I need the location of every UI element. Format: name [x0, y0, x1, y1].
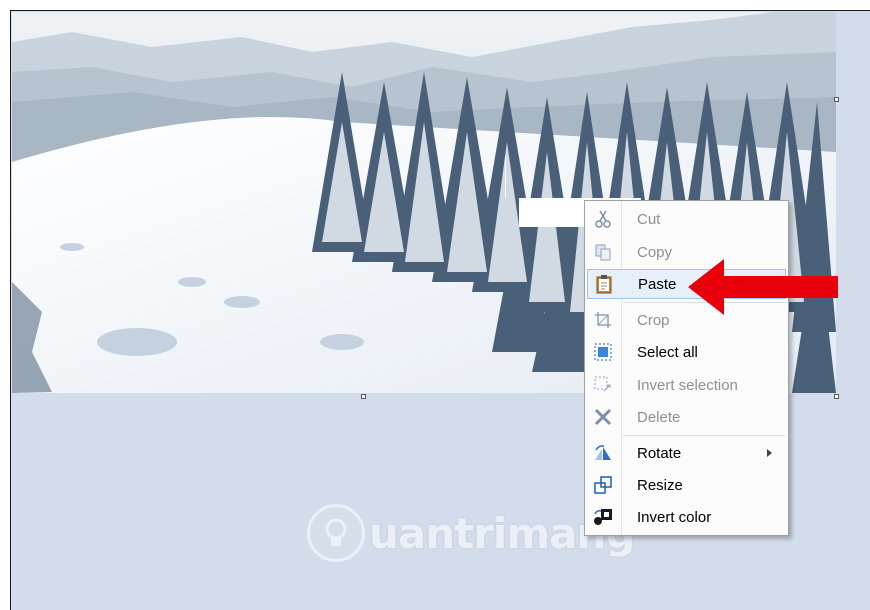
- menu-item-cut[interactable]: Cut: [587, 204, 786, 234]
- menu-item-select-all[interactable]: Select all: [587, 337, 786, 367]
- menu-item-label: Delete: [637, 408, 681, 426]
- scissors-icon: [587, 204, 619, 234]
- menu-item-invert-selection[interactable]: Invert selection: [587, 370, 786, 400]
- menu-item-label: Paste: [638, 275, 677, 293]
- menu-item-label: Invert selection: [637, 376, 738, 394]
- rotate-icon: [587, 438, 619, 468]
- menu-item-rotate[interactable]: Rotate: [587, 438, 786, 468]
- menu-item-label: Copy: [637, 243, 673, 261]
- resize-handle-right-middle[interactable]: [834, 97, 839, 102]
- menu-item-label: Crop: [637, 311, 670, 329]
- menu-item-label: Select all: [637, 343, 698, 361]
- crop-icon: [587, 305, 619, 335]
- menu-item-label: Cut: [637, 210, 661, 228]
- text-cursor: [505, 156, 506, 198]
- copy-icon: [587, 237, 619, 267]
- menu-separator: [623, 435, 785, 436]
- menu-item-label: Invert color: [637, 508, 712, 526]
- invert-color-icon: [587, 502, 619, 532]
- invert-selection-icon: [587, 370, 619, 400]
- resize-icon: [587, 470, 619, 500]
- context-menu: Cut Copy Paste Crop Select all Invert se…: [584, 200, 789, 536]
- select-all-icon: [587, 337, 619, 367]
- delete-x-icon: [587, 402, 619, 432]
- resize-handle-bottom-right[interactable]: [834, 394, 839, 399]
- submenu-arrow-icon: [767, 449, 772, 457]
- clipboard-icon: [588, 269, 620, 299]
- resize-handle-bottom-middle[interactable]: [361, 394, 366, 399]
- menu-item-invert-color[interactable]: Invert color: [587, 502, 786, 532]
- menu-item-delete[interactable]: Delete: [587, 402, 786, 432]
- menu-item-label: Rotate: [637, 444, 682, 462]
- red-arrow-annotation: [688, 259, 838, 315]
- lightbulb-icon: [307, 504, 365, 562]
- menu-item-label: Resize: [637, 476, 683, 494]
- menu-item-resize[interactable]: Resize: [587, 470, 786, 500]
